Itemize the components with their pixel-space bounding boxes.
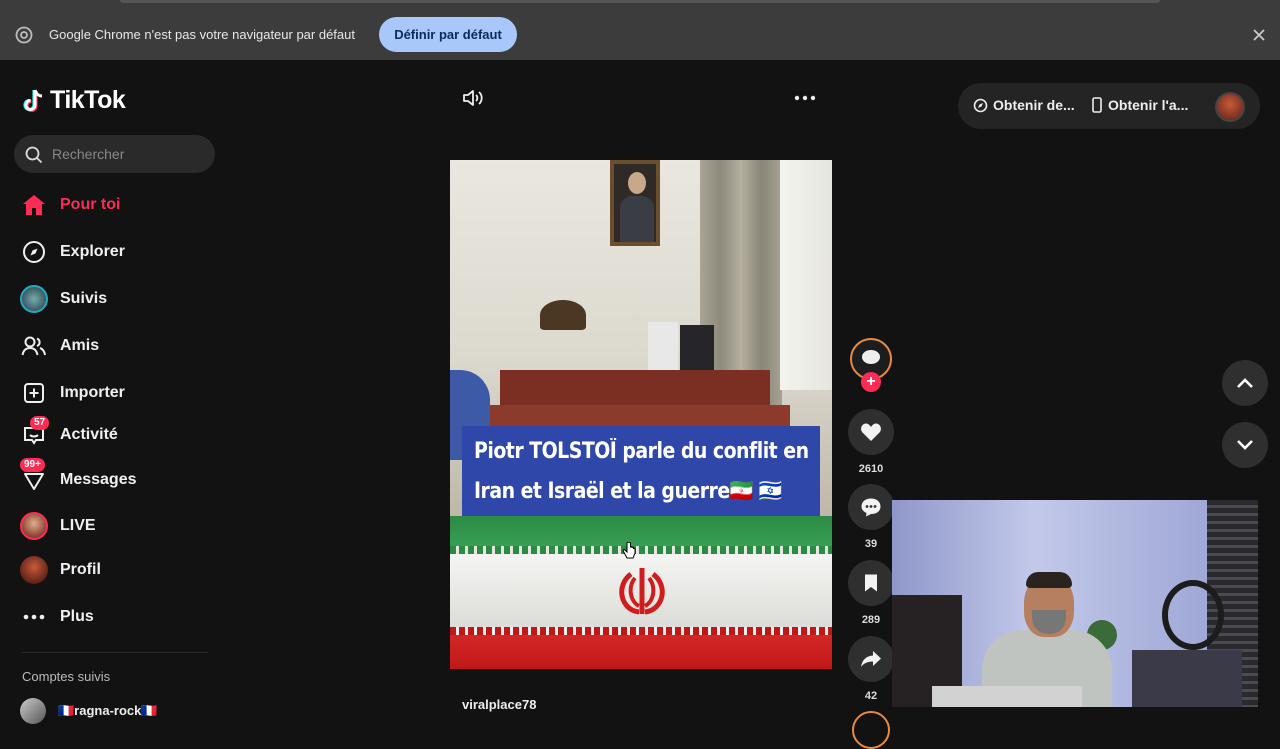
more-icon [23,614,45,620]
default-browser-infobar: Google Chrome n'est pas votre navigateur… [0,0,1280,60]
video-player[interactable]: Piotr TOLSTOÏ parle du conflit en Iran e… [450,160,832,669]
comment-action[interactable]: 39 [848,484,894,550]
sidebar-item-activite[interactable]: 57 Activité [18,416,118,453]
chevron-up-icon [1237,378,1253,388]
sidebar-item-label: LIVE [60,517,96,534]
sidebar: TikTok Pour toi Explorer Suivis Amis Imp… [0,60,230,724]
sidebar-item-label: Amis [60,337,100,354]
heart-icon [861,423,881,441]
previous-video-button[interactable] [1222,360,1268,406]
desk-lamp [540,300,586,330]
sidebar-item-suivis[interactable]: Suivis [18,281,107,317]
video-author-username[interactable]: viralplace78 [462,697,536,712]
following-section-label: Comptes suivis [22,669,111,684]
volume-icon[interactable] [462,88,486,108]
account-avatar [20,698,46,724]
sidebar-item-label: Plus [60,608,94,625]
chevron-down-icon [1237,440,1253,450]
get-app-label: Obtenir l'a... [1108,97,1189,113]
followed-account[interactable]: 🇫🇷ragna-rock🇫🇷 [20,698,158,724]
sidebar-item-label: Importer [60,384,125,401]
next-video-button[interactable] [1222,422,1268,468]
sidebar-item-label: Pour toi [60,196,121,213]
video-frame-office: Piotr TOLSTOÏ parle du conflit en Iran e… [450,160,832,516]
close-icon[interactable] [1251,27,1267,43]
sidebar-divider [22,652,208,653]
follow-plus-button[interactable]: + [861,372,881,392]
like-count: 2610 [858,463,884,475]
comment-count: 39 [864,538,878,550]
sidebar-item-label: Activité [60,426,118,443]
sidebar-item-live[interactable]: LIVE [18,508,96,544]
compass-small-icon [973,98,988,112]
search-bar[interactable] [14,135,215,173]
tab-strip-edge [120,0,1160,3]
friends-icon [21,336,46,356]
bookmark-icon [865,574,877,592]
hand-cursor-icon [622,542,636,559]
comment-icon [861,498,881,517]
like-action[interactable]: 2610 [848,409,894,475]
sidebar-item-plus[interactable]: Plus [18,599,94,635]
sound-disc-avatar[interactable] [852,711,890,749]
compass-icon [23,241,45,263]
save-count: 289 [861,614,881,626]
upload-icon [24,383,44,403]
tiktok-note-icon [23,89,43,112]
sidebar-item-importer[interactable]: Importer [18,375,125,411]
webcam-overlay [892,500,1258,707]
window [780,160,832,390]
infobar-message: Google Chrome n'est pas votre navigateur… [49,27,355,42]
sidebar-item-label: Explorer [60,243,125,260]
get-coins-label: Obtenir de... [993,97,1075,113]
sidebar-item-pour-toi[interactable]: Pour toi [18,187,120,223]
sidebar-item-label: Messages [60,471,137,488]
caption-line-2: Iran et Israël et la guerre🇮🇷 🇮🇱 [474,479,782,504]
user-avatar[interactable] [1215,92,1245,122]
share-action[interactable]: 42 [848,636,894,702]
phone-icon [1092,97,1102,113]
sidebar-item-amis[interactable]: Amis [18,328,99,364]
video-more-icon[interactable] [794,95,816,101]
tiktok-logo[interactable]: TikTok [22,86,126,115]
chrome-icon [15,26,33,44]
portrait-frame [610,160,660,246]
sidebar-item-label: Suivis [60,290,108,307]
activity-badge: 57 [30,416,50,430]
iran-flag-image [450,516,832,669]
messages-badge: 99+ [20,458,45,472]
video-caption-banner: Piotr TOLSTOÏ parle du conflit en Iran e… [462,426,820,516]
sidebar-item-label: Profil [60,561,101,578]
home-icon [23,195,45,215]
search-input[interactable] [52,135,202,173]
sidebar-item-explorer[interactable]: Explorer [18,234,125,270]
search-icon [25,146,43,164]
sidebar-item-messages[interactable]: 99+ Messages [18,458,137,498]
live-avatar [20,512,48,540]
caption-line-1: Piotr TOLSTOÏ parle du conflit en [474,439,809,464]
share-icon [861,651,881,667]
share-count: 42 [864,690,878,702]
iran-emblem [619,568,665,615]
save-action[interactable]: 289 [848,560,894,626]
get-app-button[interactable]: Obtenir l'a... [1091,97,1188,113]
sidebar-item-profil[interactable]: Profil [18,552,101,588]
following-avatar [20,285,48,313]
account-name: 🇫🇷ragna-rock🇫🇷 [58,703,158,718]
set-default-button[interactable]: Définir par défaut [379,17,517,52]
get-coins-button[interactable]: Obtenir de... [973,97,1075,113]
profile-avatar [20,556,48,584]
brand-name: TikTok [50,86,126,114]
